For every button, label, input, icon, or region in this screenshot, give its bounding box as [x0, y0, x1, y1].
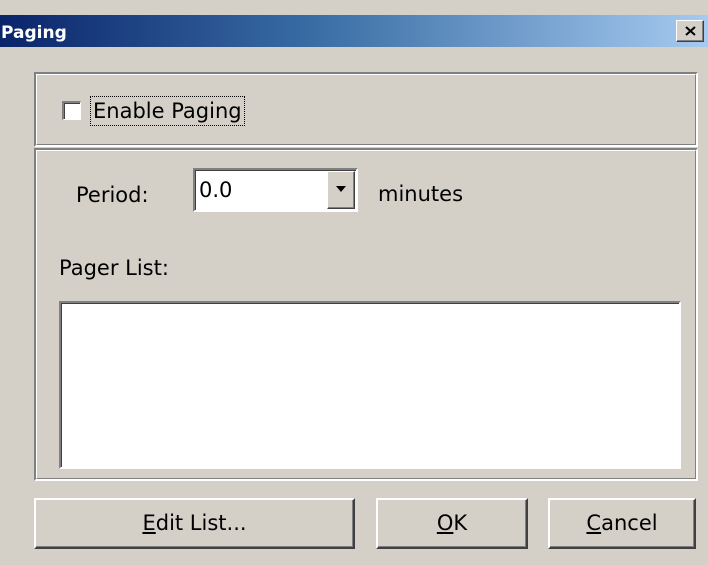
cancel-button[interactable]: Cancel: [548, 498, 696, 549]
period-label: Period:: [76, 183, 149, 207]
period-combobox[interactable]: 0.0: [193, 168, 358, 212]
enable-paging-label[interactable]: Enable Paging: [90, 96, 245, 126]
pager-listbox[interactable]: [59, 301, 681, 469]
enable-paging-checkbox[interactable]: [62, 101, 81, 120]
cancel-label: ancel: [601, 511, 658, 535]
title-bar: Paging: [0, 15, 708, 47]
window-title: Paging: [1, 23, 67, 43]
period-unit-label: minutes: [378, 182, 464, 206]
ok-label: K: [453, 511, 468, 535]
edit-list-label: dit List...: [155, 511, 247, 535]
close-icon: [685, 26, 696, 36]
edit-list-mnemonic: E: [142, 511, 156, 535]
period-dropdown-button[interactable]: [327, 171, 355, 209]
period-value[interactable]: 0.0: [199, 178, 232, 202]
edit-list-button[interactable]: Edit List...: [34, 498, 355, 549]
pager-list-label: Pager List:: [59, 256, 169, 280]
ok-button[interactable]: OK: [376, 498, 528, 549]
chevron-down-icon: [336, 186, 346, 192]
cancel-mnemonic: C: [586, 511, 602, 535]
close-button[interactable]: [676, 20, 704, 42]
ok-mnemonic: O: [436, 511, 454, 535]
